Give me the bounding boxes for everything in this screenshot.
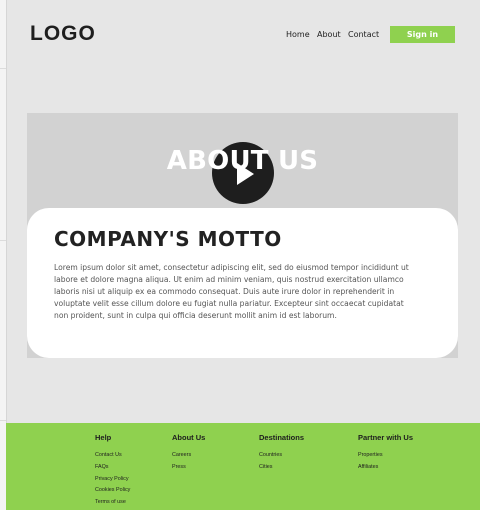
footer-link-affiliates[interactable]: Affiliates [358, 462, 413, 474]
footer-link-contact-us[interactable]: Contact Us [95, 450, 130, 462]
footer-column-destinations: Destinations Countries Cities [259, 433, 304, 474]
footer-link-careers[interactable]: Careers [172, 450, 205, 462]
logo[interactable]: LOGO [30, 22, 96, 46]
nav-about[interactable]: About [317, 30, 341, 39]
nav-home[interactable]: Home [286, 30, 310, 39]
footer-link-cookies-policy[interactable]: Cookies Policy [95, 485, 130, 497]
footer-column-about-us: About Us Careers Press [172, 433, 205, 474]
footer-column-help: Help Contact Us FAQs Privacy Policy Cook… [95, 433, 130, 509]
motto-title: COMPANY'S MOTTO [54, 227, 282, 251]
footer-heading-destinations: Destinations [259, 433, 305, 442]
nav-contact[interactable]: Contact [348, 30, 379, 39]
sign-in-button[interactable]: Sign in [390, 26, 455, 43]
footer-heading-partner-with-us: Partner with Us [358, 433, 414, 442]
motto-text: Lorem ipsum dolor sit amet, consectetur … [54, 263, 409, 320]
footer-link-faqs[interactable]: FAQs [95, 462, 130, 474]
footer-link-cities[interactable]: Cities [259, 462, 304, 474]
footer-heading-about-us: About Us [172, 433, 206, 442]
footer-link-privacy-policy[interactable]: Privacy Policy [95, 474, 130, 486]
footer-link-terms-of-use[interactable]: Terms of use [95, 497, 130, 509]
footer-heading-help: Help [95, 433, 112, 442]
footer-link-press[interactable]: Press [172, 462, 205, 474]
hero-title: ABOUT US [166, 146, 319, 176]
footer-link-properties[interactable]: Properties [358, 450, 413, 462]
footer-link-countries[interactable]: Countries [259, 450, 304, 462]
footer-column-partner-with-us: Partner with Us Properties Affiliates [358, 433, 413, 474]
